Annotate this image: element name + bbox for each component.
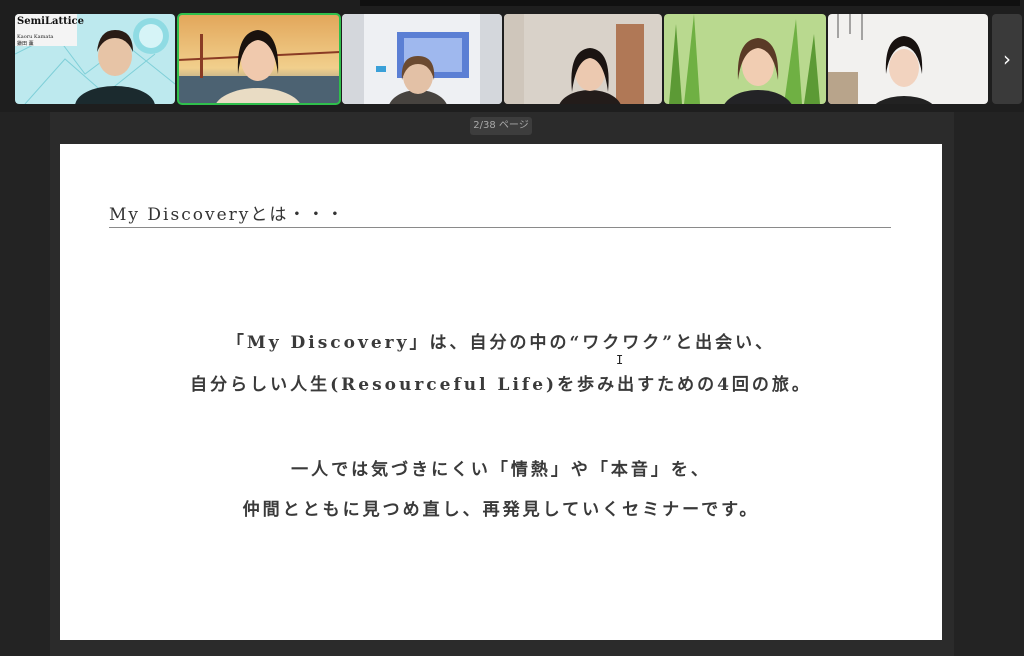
participant-tile-4[interactable] [504, 14, 662, 104]
participant-video-4 [504, 14, 662, 104]
slide-title-divider [109, 227, 891, 228]
participant-tile-kaoru-kamata[interactable]: SemiLattice Kaoru Kamata 鎌田 薫 [15, 14, 175, 104]
participant-video-1 [15, 14, 175, 104]
participant-tile-2-active-speaker[interactable] [177, 13, 341, 105]
participant-video-2 [178, 14, 340, 104]
participant-tile-6[interactable] [828, 14, 988, 104]
slide-body-line-2: 自分らしい人生(Resourceful Life)を歩み出すための4回の旅。 [190, 375, 812, 395]
presentation-slide: My Discoveryとは・・・ 「My Discovery」は、自分の中の“… [60, 144, 942, 640]
participant-tile-3[interactable] [342, 14, 502, 104]
participant-name-card: Kaoru Kamata 鎌田 薫 [17, 34, 53, 48]
participant-tile-5[interactable] [664, 14, 826, 104]
participant-video-5 [664, 14, 826, 104]
slide-title: My Discoveryとは・・・ [109, 205, 346, 225]
video-conference-window: SemiLattice Kaoru Kamata 鎌田 薫 › 2/38 ページ… [0, 0, 1024, 656]
next-participants-button[interactable]: › [992, 14, 1022, 104]
brand-logo-text: SemiLattice [17, 16, 84, 27]
participant-name-romaji: Kaoru Kamata [17, 34, 54, 40]
page-indicator: 2/38 ページ [470, 117, 532, 135]
top-bar-shade [360, 0, 1020, 6]
chevron-right-icon: › [1003, 47, 1011, 71]
slide-body-line-3: 一人では気づきにくい「情熱」や「本音」を、 [291, 460, 711, 480]
participant-video-3 [342, 14, 502, 104]
participant-video-6 [828, 14, 988, 104]
participant-strip: SemiLattice Kaoru Kamata 鎌田 薫 › [0, 0, 1024, 112]
slide-body-line-1: 「My Discovery」は、自分の中の“ワクワク”と出会い、 [226, 333, 776, 353]
participant-name-kanji: 鎌田 薫 [17, 41, 34, 47]
slide-body-line-4: 仲間とともに見つめ直し、再発見していくセミナーです。 [242, 500, 760, 520]
text-cursor-icon: I [616, 353, 624, 367]
